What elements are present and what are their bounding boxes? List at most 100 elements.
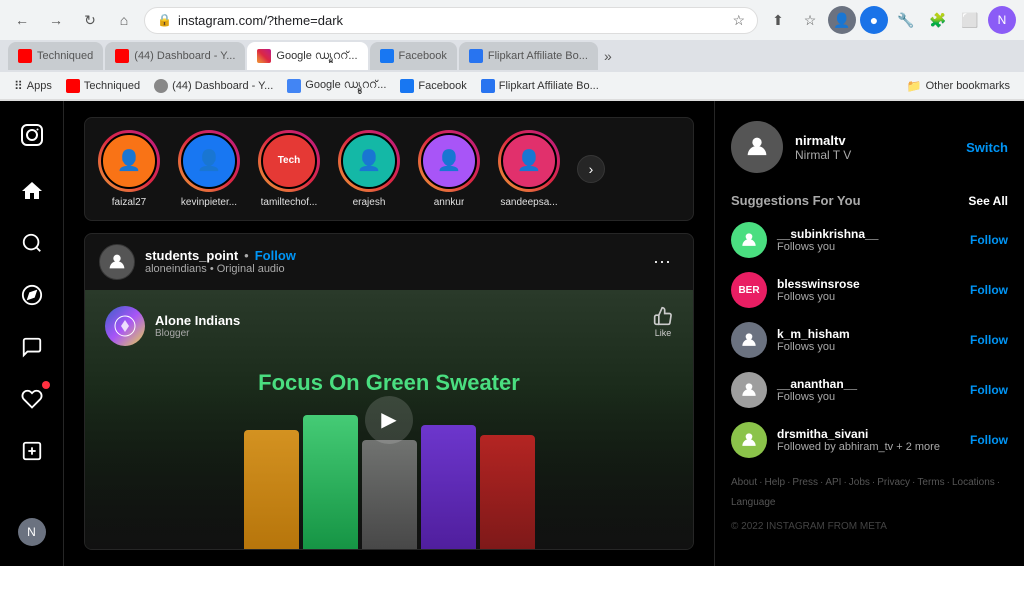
post-blog-logo <box>105 306 145 346</box>
person-4 <box>421 425 476 550</box>
footer-link-language[interactable]: Language <box>731 494 776 512</box>
footer-sep: · <box>843 474 846 492</box>
suggestion-avatar[interactable] <box>731 372 767 408</box>
profile-username[interactable]: nirmaltv <box>795 133 954 148</box>
suggestion-avatar[interactable] <box>731 222 767 258</box>
story-item-kevin[interactable]: 👤 kevinpieter... <box>177 130 241 208</box>
home-button[interactable]: ⌂ <box>110 6 138 34</box>
suggestion-username[interactable]: k_m_hisham <box>777 327 960 341</box>
tab-dashboard[interactable]: (44) Dashboard - Y... <box>105 42 245 70</box>
tab-label: Techniqued <box>37 50 93 62</box>
play-button[interactable]: ▶ <box>365 396 413 444</box>
story-avatar: 👤 <box>501 133 557 189</box>
suggestion-username[interactable]: __ananthan__ <box>777 377 960 391</box>
story-item-annkur[interactable]: 👤 annkur <box>417 130 481 208</box>
suggestion-username[interactable]: drsmitha_sivani <box>777 427 960 441</box>
bookmark-dashboard-label: (44) Dashboard - Y... <box>172 80 273 92</box>
puzzle-icon[interactable]: 🧩 <box>924 6 952 34</box>
window-icon[interactable]: ⬜ <box>956 6 984 34</box>
suggestion-info: drsmitha_sivani Followed by abhiram_tv +… <box>777 427 960 453</box>
back-button[interactable]: ← <box>8 6 36 34</box>
story-item-faizal[interactable]: 👤 faizal27 <box>97 130 161 208</box>
suggestion-username[interactable]: blesswinsrose <box>777 277 960 291</box>
suggestion-sub: Followed by abhiram_tv + 2 more <box>777 441 960 453</box>
story-ring: 👤 <box>98 130 160 192</box>
footer-link-api[interactable]: API <box>825 474 841 492</box>
post-blog-info: Alone Indians Blogger <box>155 313 240 339</box>
footer-link-locations[interactable]: Locations <box>952 474 995 492</box>
ig-search-icon[interactable] <box>8 219 56 267</box>
forward-button[interactable]: → <box>42 6 70 34</box>
account-icon[interactable]: 👤 <box>828 6 856 34</box>
bookmark-facebook[interactable]: Facebook <box>394 77 472 95</box>
follow-button-hisham[interactable]: Follow <box>970 333 1008 347</box>
post-video-overlay: Alone Indians Blogger Like Focus On Gree… <box>85 290 693 550</box>
bookmark-google[interactable]: Google ഡ്യൂററ്... <box>281 77 392 95</box>
bookmark-flipkart[interactable]: Flipkart Affiliate Bo... <box>475 77 605 95</box>
post-username[interactable]: students_point <box>145 248 238 263</box>
bookmark-techniqued[interactable]: Techniqued <box>60 77 146 95</box>
footer-sep: · <box>820 474 823 492</box>
see-all-button[interactable]: See All <box>968 194 1008 208</box>
post-author-avatar[interactable] <box>99 244 135 280</box>
tab-techniqued[interactable]: Techniqued <box>8 42 103 70</box>
footer-link-privacy[interactable]: Privacy <box>877 474 910 492</box>
like-label: Like <box>655 328 672 338</box>
suggestion-avatar[interactable]: BER <box>731 272 767 308</box>
post-follow-button[interactable]: Follow <box>255 248 296 263</box>
footer-link-terms[interactable]: Terms <box>917 474 944 492</box>
post-more-button[interactable]: ··· <box>645 247 679 276</box>
follow-button-blesswinsrose[interactable]: Follow <box>970 283 1008 297</box>
story-avatar: Tech <box>261 133 317 189</box>
story-item-tamil[interactable]: Tech tamiltechof... <box>257 130 321 208</box>
extensions-icon[interactable]: 🔧 <box>892 6 920 34</box>
ig-sidebar: N <box>0 101 64 566</box>
ig-messages-icon[interactable] <box>8 323 56 371</box>
ig-right-panel: nirmaltv Nirmal T V Switch Suggestions F… <box>714 101 1024 566</box>
star-icon[interactable]: ☆ <box>732 12 745 29</box>
post-content: Alone Indians Blogger Like Focus On Gree… <box>85 290 693 550</box>
suggestion-avatar[interactable] <box>731 422 767 458</box>
tab-facebook[interactable]: Facebook <box>370 42 457 70</box>
share-icon[interactable]: ⬆ <box>764 6 792 34</box>
follow-button-subinkrishna[interactable]: Follow <box>970 233 1008 247</box>
bookmark-dashboard[interactable]: (44) Dashboard - Y... <box>148 77 279 95</box>
ig-home-icon[interactable] <box>8 167 56 215</box>
follow-button-ananthan[interactable]: Follow <box>970 383 1008 397</box>
suggestion-info: __ananthan__ Follows you <box>777 377 960 403</box>
footer-link-jobs[interactable]: Jobs <box>849 474 870 492</box>
ig-create-icon[interactable] <box>8 427 56 475</box>
bookmark-apps[interactable]: ⠿ Apps <box>8 77 58 95</box>
bookmark-other[interactable]: 📁 Other bookmarks <box>901 77 1016 95</box>
stories-next-button[interactable]: › <box>577 155 605 183</box>
story-item-erajesh[interactable]: 👤 erajesh <box>337 130 401 208</box>
ig-notifications-icon[interactable] <box>8 375 56 423</box>
ig-main-feed: 👤 faizal27 👤 kevinpieter... Tech tamilte… <box>64 101 714 566</box>
more-tabs-btn[interactable]: » <box>604 48 612 64</box>
profile-avatar[interactable] <box>731 121 783 173</box>
tab-flipkart[interactable]: Flipkart Affiliate Bo... <box>459 42 598 70</box>
switch-button[interactable]: Switch <box>966 140 1008 155</box>
follow-button-drsmitha[interactable]: Follow <box>970 433 1008 447</box>
bookmark-icon[interactable]: ☆ <box>796 6 824 34</box>
story-item-sandeep[interactable]: 👤 sandeepsa... <box>497 130 561 208</box>
profile-avatar-icon[interactable]: N <box>988 6 1016 34</box>
suggestion-avatar[interactable] <box>731 322 767 358</box>
post-like-icon[interactable]: Like <box>653 306 673 338</box>
footer-link-press[interactable]: Press <box>792 474 818 492</box>
sync-icon[interactable]: ● <box>860 6 888 34</box>
footer-link-help[interactable]: Help <box>764 474 785 492</box>
address-bar[interactable]: 🔒 instagram.com/?theme=dark ☆ <box>144 7 758 34</box>
ig-logo-icon[interactable] <box>8 111 56 159</box>
story-avatar: 👤 <box>101 133 157 189</box>
bookmark-other-label: Other bookmarks <box>926 80 1010 92</box>
footer-link-about[interactable]: About <box>731 474 757 492</box>
tab-instagram[interactable]: Google ഡ്യൂററ്... <box>247 42 367 70</box>
ig-footer: About · Help · Press · API · Jobs · Priv… <box>731 474 1008 536</box>
ig-profile-icon[interactable]: N <box>8 508 56 556</box>
refresh-button[interactable]: ↻ <box>76 6 104 34</box>
suggestion-sub: Follows you <box>777 341 960 353</box>
suggestion-username[interactable]: __subinkrishna__ <box>777 227 960 241</box>
bm-favicon-fk <box>481 79 495 93</box>
ig-explore-icon[interactable] <box>8 271 56 319</box>
